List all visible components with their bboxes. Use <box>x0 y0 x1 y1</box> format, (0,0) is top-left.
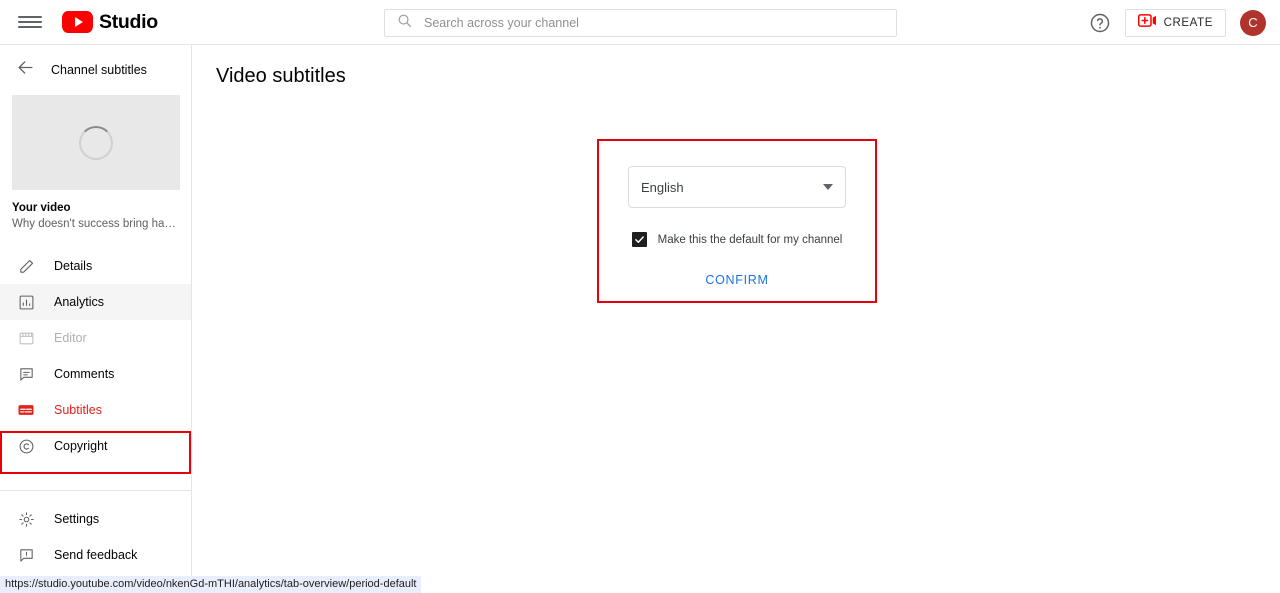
avatar[interactable]: C <box>1240 9 1266 36</box>
sidebar-divider <box>0 490 191 491</box>
sidebar-item-label: Editor <box>54 331 87 345</box>
video-title: Your video <box>12 202 71 214</box>
status-bar-url: https://studio.youtube.com/video/nkenGd-… <box>0 576 422 593</box>
search-input[interactable]: Search across your channel <box>384 9 897 37</box>
subtitle-language-panel: English Make this the default for my cha… <box>597 139 877 303</box>
hamburger-icon[interactable] <box>18 13 42 31</box>
sidebar-item-comments[interactable]: Comments <box>0 356 191 392</box>
pencil-icon <box>16 256 36 276</box>
sidebar-item-details[interactable]: Details <box>0 248 191 284</box>
loading-spinner-icon <box>79 125 113 160</box>
main-content: Video subtitles English Make this the de… <box>192 45 1280 593</box>
search-container[interactable]: Search across your channel <box>384 9 897 37</box>
header-actions: CREATE C <box>1089 0 1266 45</box>
language-select-value: English <box>641 179 684 195</box>
brand-label: Studio <box>99 10 158 33</box>
help-circle-icon[interactable] <box>1089 12 1111 34</box>
create-button[interactable]: CREATE <box>1124 8 1226 37</box>
sidebar-item-label: Comments <box>54 367 115 381</box>
youtube-studio-logo[interactable]: Studio <box>62 11 158 34</box>
create-button-label: CREATE <box>1163 16 1213 29</box>
sidebar-item-label: Subtitles <box>54 403 102 417</box>
default-channel-checkbox-row[interactable]: Make this the default for my channel <box>631 232 843 247</box>
video-plus-icon <box>1137 13 1157 33</box>
sidebar-item-subtitles[interactable]: Subtitles <box>0 392 191 428</box>
sidebar-item-copyright[interactable]: Copyright <box>0 428 191 464</box>
search-icon <box>397 13 412 33</box>
arrow-left-icon <box>16 58 35 82</box>
back-to-channel-subtitles[interactable]: Channel subtitles <box>0 45 191 95</box>
page-title: Video subtitles <box>216 65 346 87</box>
search-placeholder: Search across your channel <box>424 16 579 30</box>
default-channel-checkbox-label: Make this the default for my channel <box>657 233 843 246</box>
sidebar-item-label: Details <box>54 259 93 273</box>
subtitles-icon <box>16 400 36 420</box>
copyright-icon <box>16 436 36 456</box>
confirm-button[interactable]: CONFIRM <box>705 273 768 287</box>
sidebar-nav: Details Analytics Editor Comments Subtit… <box>0 248 191 573</box>
sidebar-item-editor[interactable]: Editor <box>0 320 191 356</box>
sidebar-item-settings[interactable]: Settings <box>0 501 191 537</box>
youtube-play-icon <box>62 11 93 33</box>
sidebar-back-label: Channel subtitles <box>51 63 147 77</box>
top-header: Studio Search across your channel CREATE… <box>0 0 1280 45</box>
bar-chart-icon <box>16 292 36 312</box>
feedback-icon <box>16 545 36 565</box>
sidebar-item-label: Settings <box>54 512 100 526</box>
sidebar-item-send-feedback[interactable]: Send feedback <box>0 537 191 573</box>
video-subtitle: Why doesn't success bring happines… <box>12 218 179 230</box>
video-meta: Your video Why doesn't success bring hap… <box>0 190 191 230</box>
sidebar-item-analytics[interactable]: Analytics <box>0 284 191 320</box>
comment-icon <box>16 364 36 384</box>
film-icon <box>16 328 36 348</box>
sidebar-item-label: Analytics <box>54 295 105 309</box>
chevron-down-icon <box>823 184 833 190</box>
sidebar-item-label: Copyright <box>54 439 108 453</box>
language-select[interactable]: English <box>628 166 846 208</box>
video-thumbnail <box>12 95 180 190</box>
sidebar: Channel subtitles Your video Why doesn't… <box>0 45 192 593</box>
sidebar-item-label: Send feedback <box>54 548 138 562</box>
sidebar-bottom-nav: Settings Send feedback <box>0 501 191 573</box>
gear-icon <box>16 509 36 529</box>
default-channel-checkbox[interactable] <box>631 232 647 247</box>
